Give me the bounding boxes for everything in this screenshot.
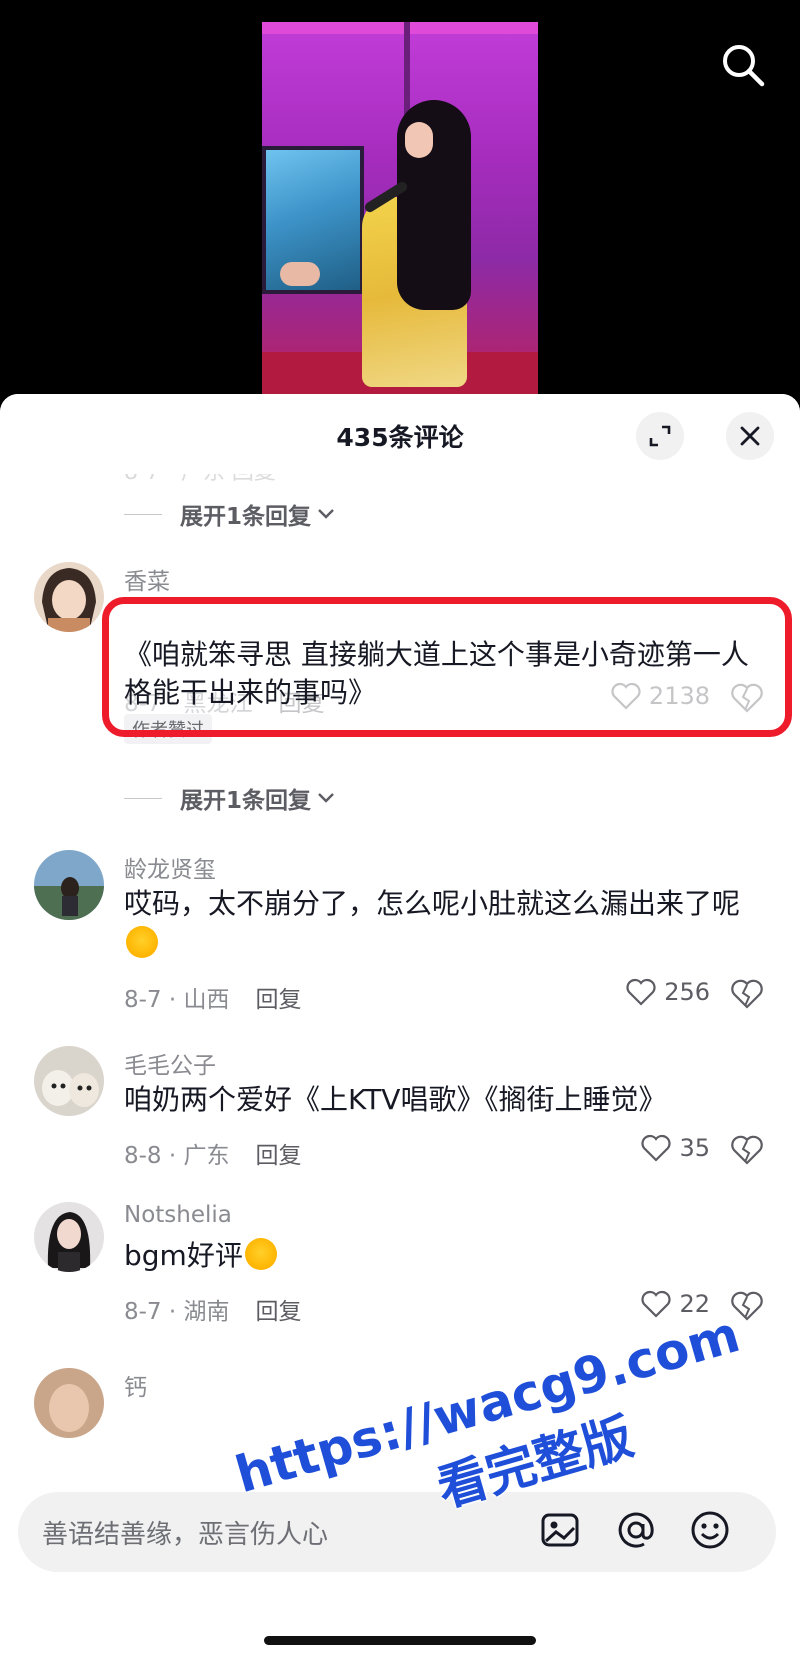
heart-icon <box>626 978 656 1006</box>
broken-heart-icon <box>731 1135 763 1165</box>
avatar[interactable] <box>34 562 104 632</box>
divider <box>124 513 162 515</box>
expand-replies-button[interactable]: 展开1条回复 <box>124 494 335 534</box>
close-icon <box>740 426 760 446</box>
comment-date-location: 8-8 · 广东 <box>124 1143 230 1169</box>
reply-button[interactable]: 回复 <box>256 1143 302 1169</box>
comment-meta: 8-7 · 湖南 回复 <box>124 1292 302 1326</box>
dislike-button[interactable] <box>730 1134 764 1166</box>
heart-icon <box>641 1134 672 1162</box>
avatar[interactable] <box>34 1202 104 1272</box>
comment-username[interactable]: 龄龙贤玺 <box>124 850 216 884</box>
like-button[interactable]: 35 <box>590 1134 710 1162</box>
expand-icon <box>649 425 671 447</box>
close-button[interactable] <box>726 412 774 460</box>
expand-replies-label: 展开1条回复 <box>180 788 312 814</box>
video-thumbnail[interactable] <box>262 22 538 420</box>
chevron-down-icon <box>318 793 334 803</box>
reply-button[interactable]: 回复 <box>256 987 302 1013</box>
like-count: 256 <box>664 978 710 1006</box>
comment-date-location: 8-7 · 湖南 <box>124 1299 230 1325</box>
comment-text: bgm好评 <box>124 1236 764 1276</box>
dislike-button[interactable] <box>730 978 764 1010</box>
like-button[interactable]: 256 <box>590 978 710 1006</box>
avatar[interactable] <box>34 1046 104 1116</box>
comment-username[interactable]: 钙 <box>124 1368 147 1402</box>
search-icon[interactable] <box>720 42 766 88</box>
comment-text-content: 哎码，太不崩分了，怎么呢小肚就这么漏出来了呢 <box>124 887 741 920</box>
comment-meta: 8-7 · 山西 回复 <box>124 980 302 1014</box>
dislike-button[interactable] <box>730 1290 764 1322</box>
like-count: 35 <box>679 1134 710 1162</box>
comment-text-content: bgm好评 <box>124 1239 243 1272</box>
divider <box>124 797 162 799</box>
video-player[interactable] <box>0 0 800 420</box>
expand-replies-label: 展开1条回复 <box>180 504 312 530</box>
expand-sheet-button[interactable] <box>636 412 684 460</box>
comment-meta: 8-8 · 广东 回复 <box>124 1136 302 1170</box>
broken-heart-icon <box>731 1291 763 1321</box>
like-button[interactable]: 22 <box>590 1290 710 1318</box>
heart-eyes-emoji-icon <box>126 926 158 958</box>
comment-text: 《咱就笨寻思 直接躺大道上这个事是小奇迹第一人格能干出来的事吗》 <box>124 638 749 709</box>
comment-text: 咱奶两个爱好《上KTV唱歌》《搁街上睡觉》 <box>124 1083 667 1116</box>
expand-replies-button[interactable]: 展开1条回复 <box>124 778 335 818</box>
avatar[interactable] <box>34 1368 104 1438</box>
avatar[interactable] <box>34 850 104 920</box>
reply-button[interactable]: 回复 <box>256 1299 302 1325</box>
comment-text: 哎码，太不崩分了，怎么呢小肚就这么漏出来了呢 <box>124 884 764 964</box>
heart-icon <box>641 1290 672 1318</box>
crying-emoji-icon <box>244 1238 277 1270</box>
broken-heart-icon <box>731 979 763 1009</box>
comment-date-location: 8-7 · 山西 <box>124 987 230 1013</box>
chevron-down-icon <box>318 509 334 519</box>
comment-username[interactable]: 香菜 <box>124 562 170 596</box>
comment-sheet-header: 435条评论 <box>0 394 800 474</box>
comment-username[interactable]: 毛毛公子 <box>124 1046 216 1080</box>
comment-username[interactable]: Notshelia <box>124 1202 232 1228</box>
